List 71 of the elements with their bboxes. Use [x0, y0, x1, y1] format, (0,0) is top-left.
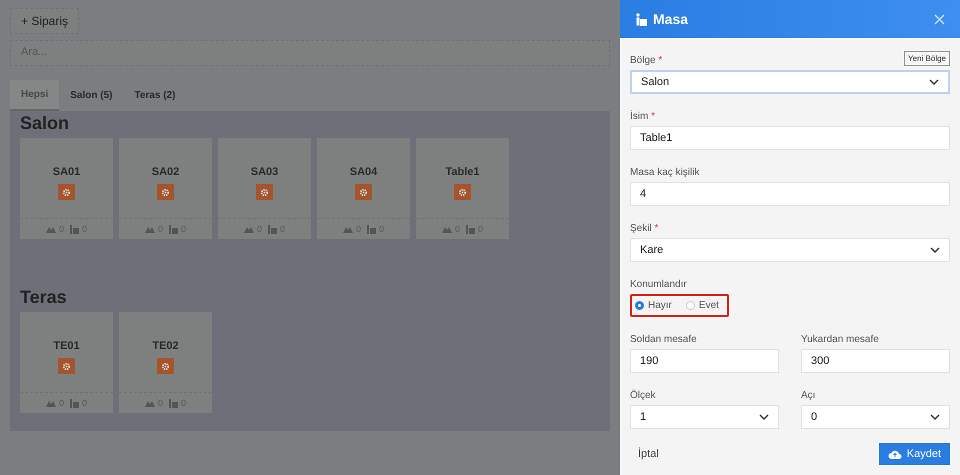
- section-title: Teras: [20, 287, 68, 308]
- tab[interactable]: Salon (5): [59, 80, 124, 111]
- person-at-table-icon: [635, 12, 647, 26]
- new-region-button[interactable]: Yeni Bölge: [904, 51, 950, 66]
- select-field[interactable]: 1: [630, 405, 779, 429]
- table-name: SA04: [350, 166, 378, 178]
- field-label: Soldan mesafe: [630, 334, 697, 345]
- chair-icon: [466, 224, 475, 234]
- field-label: İsim *: [630, 111, 656, 122]
- cancel-button[interactable]: İptal: [630, 448, 667, 460]
- chair-icon: [367, 224, 376, 234]
- field-label: Konumlandır: [630, 279, 687, 290]
- section-title: Salon: [20, 113, 70, 134]
- settings-button[interactable]: [454, 184, 471, 200]
- chair-icon: [70, 224, 79, 234]
- chair-icon: [268, 224, 277, 234]
- chevron-down-icon: [930, 414, 940, 420]
- field-label: Masa kaç kişilik: [630, 167, 700, 178]
- radio-option[interactable]: Evet: [686, 300, 719, 311]
- chair-icon: [70, 398, 79, 408]
- field-label: Bölge *: [630, 55, 662, 66]
- table-name: SA03: [250, 166, 278, 178]
- people-icon: [46, 399, 56, 407]
- gear-icon: [161, 362, 170, 370]
- table-name: SA01: [52, 166, 80, 178]
- close-icon[interactable]: [934, 14, 945, 24]
- input-field[interactable]: 300: [801, 349, 950, 373]
- new-order-button[interactable]: + Sipariş: [10, 8, 80, 34]
- gear-icon: [458, 188, 467, 196]
- settings-button[interactable]: [157, 358, 174, 374]
- people-icon: [342, 225, 353, 233]
- settings-button[interactable]: [256, 184, 273, 200]
- settings-button[interactable]: [58, 358, 75, 374]
- select-field[interactable]: Salon: [630, 70, 950, 94]
- people-icon: [144, 399, 155, 407]
- gear-icon: [62, 362, 71, 370]
- tab[interactable]: Hepsi: [10, 80, 60, 111]
- chevron-down-icon: [930, 247, 940, 253]
- settings-button[interactable]: [58, 184, 75, 200]
- field-label: Şekil *: [630, 223, 658, 234]
- people-icon: [144, 225, 155, 233]
- select-field[interactable]: 0: [801, 405, 950, 429]
- field-label: Yukardan mesafe: [801, 334, 879, 345]
- radio-option[interactable]: Hayır: [635, 300, 672, 311]
- people-icon: [244, 225, 254, 233]
- chair-icon: [169, 224, 178, 234]
- drawer-title: Masa: [653, 11, 690, 27]
- settings-button[interactable]: [355, 184, 372, 200]
- gear-icon: [62, 188, 71, 196]
- select-field[interactable]: Kare: [630, 238, 950, 262]
- cloud-upload-icon: [888, 449, 902, 459]
- gear-icon: [359, 188, 368, 196]
- table-name: TE02: [152, 340, 179, 352]
- input-field[interactable]: Table1: [630, 126, 950, 150]
- chevron-down-icon: [759, 414, 769, 420]
- table-name: Table1: [445, 166, 480, 178]
- input-field[interactable]: 4: [630, 182, 950, 206]
- gear-icon: [161, 188, 170, 196]
- table-name: SA02: [152, 166, 180, 178]
- field-label: Açı: [801, 390, 816, 401]
- save-button[interactable]: Kaydet: [878, 443, 950, 465]
- people-icon: [442, 225, 452, 233]
- chevron-down-icon: [929, 79, 939, 85]
- tab[interactable]: Teras (2): [123, 80, 186, 111]
- input-field[interactable]: 190: [630, 349, 779, 373]
- gear-icon: [260, 188, 269, 196]
- field-label: Ölçek: [630, 390, 656, 401]
- people-icon: [46, 225, 56, 233]
- chair-icon: [169, 398, 178, 408]
- settings-button[interactable]: [157, 184, 174, 200]
- table-name: TE01: [53, 340, 80, 352]
